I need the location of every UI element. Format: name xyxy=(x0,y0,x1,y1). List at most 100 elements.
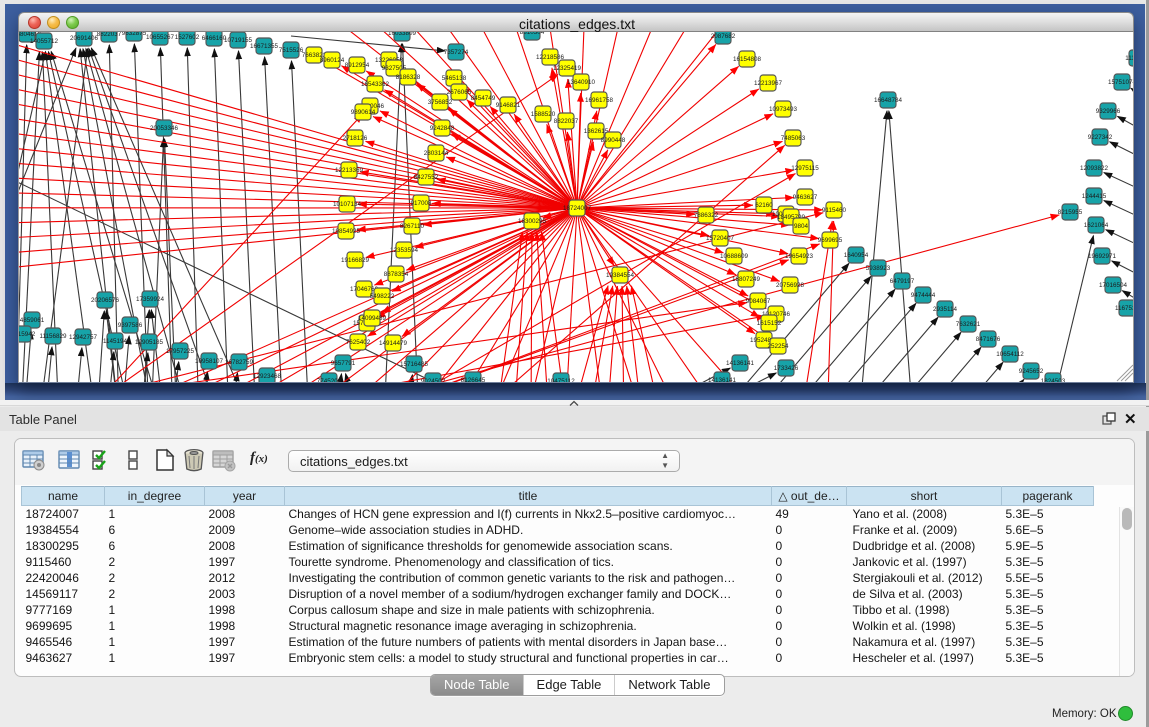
svg-text:1244415: 1244415 xyxy=(1082,193,1107,200)
svg-text:1167533: 1167533 xyxy=(1115,305,1134,312)
svg-text:19166829: 19166829 xyxy=(341,257,370,264)
svg-text:7632621: 7632621 xyxy=(956,321,981,328)
svg-text:18300295: 18300295 xyxy=(518,218,547,225)
svg-text:11156829: 11156829 xyxy=(39,333,67,340)
svg-text:4859061: 4859061 xyxy=(20,317,45,324)
svg-text:7625402: 7625402 xyxy=(346,339,371,346)
svg-text:7515526: 7515526 xyxy=(279,47,304,54)
svg-text:15716485: 15716485 xyxy=(400,361,429,368)
svg-text:9024502: 9024502 xyxy=(421,378,446,383)
svg-text:18807249: 18807249 xyxy=(732,276,761,283)
svg-text:9242848: 9242848 xyxy=(430,125,455,132)
svg-text:19384554: 19384554 xyxy=(606,272,635,279)
svg-text:14055712: 14055712 xyxy=(30,38,59,45)
svg-text:14914479: 14914479 xyxy=(379,340,408,347)
svg-text:1145194: 1145194 xyxy=(103,338,128,345)
svg-text:12213369: 12213369 xyxy=(335,167,364,174)
svg-text:13640910: 13640910 xyxy=(567,79,596,86)
svg-text:20206576: 20206576 xyxy=(91,297,120,304)
svg-text:8960124: 8960124 xyxy=(320,57,345,64)
svg-text:8878354: 8878354 xyxy=(384,271,409,278)
svg-text:14136141: 14136141 xyxy=(726,360,755,367)
svg-text:5498222: 5498222 xyxy=(370,293,395,300)
svg-text:9146821: 9146821 xyxy=(496,102,521,109)
svg-text:8126645: 8126645 xyxy=(461,377,486,383)
svg-text:20756928: 20756928 xyxy=(776,282,805,289)
svg-text:12213967: 12213967 xyxy=(754,80,783,87)
svg-text:16033809: 16033809 xyxy=(388,32,417,37)
svg-text:6479197: 6479197 xyxy=(890,278,915,285)
svg-text:8822037: 8822037 xyxy=(554,118,579,125)
svg-text:20053346: 20053346 xyxy=(150,125,179,132)
svg-text:19654923: 19654923 xyxy=(785,253,814,260)
svg-text:8822037: 8822037 xyxy=(97,32,122,38)
svg-text:9227342: 9227342 xyxy=(1088,134,1113,141)
svg-text:2803144: 2803144 xyxy=(424,150,449,157)
svg-text:9463627: 9463627 xyxy=(793,194,818,201)
svg-text:1588520: 1588520 xyxy=(531,111,556,118)
svg-text:14099489: 14099489 xyxy=(358,315,387,322)
svg-text:9699695: 9699695 xyxy=(818,237,843,244)
svg-text:16671355: 16671355 xyxy=(250,43,279,50)
svg-text:16648784: 16648784 xyxy=(874,97,903,104)
svg-text:17016504: 17016504 xyxy=(1099,282,1128,289)
svg-text:1621064: 1621064 xyxy=(1084,222,1109,229)
svg-text:8427552: 8427552 xyxy=(414,174,439,181)
svg-text:7357274: 7357274 xyxy=(444,49,469,56)
svg-text:10107134: 10107134 xyxy=(333,201,362,208)
svg-text:10688609: 10688609 xyxy=(720,253,749,260)
svg-text:9804: 9804 xyxy=(794,223,809,230)
svg-text:19854925: 19854925 xyxy=(332,228,361,235)
svg-text:252254: 252254 xyxy=(767,343,789,350)
svg-text:9890614: 9890614 xyxy=(351,109,376,116)
svg-text:15751074: 15751074 xyxy=(1108,79,1134,86)
svg-text:9657791: 9657791 xyxy=(331,360,356,367)
svg-text:19692971: 19692971 xyxy=(1088,253,1117,260)
svg-text:2718126: 2718126 xyxy=(343,135,368,142)
svg-text:7485063: 7485063 xyxy=(781,135,806,142)
svg-text:12942757: 12942757 xyxy=(69,334,98,341)
svg-text:7886322: 7886322 xyxy=(694,212,719,219)
svg-text:9084067: 9084067 xyxy=(746,298,771,305)
svg-text:2087682: 2087682 xyxy=(711,33,736,40)
svg-text:12093822: 12093822 xyxy=(1080,165,1109,172)
svg-text:1112841: 1112841 xyxy=(1125,55,1134,62)
svg-text:10654112: 10654112 xyxy=(996,351,1024,358)
svg-text:16782759: 16782759 xyxy=(225,359,254,366)
svg-text:7745203: 7745203 xyxy=(317,378,342,383)
svg-text:17957225: 17957225 xyxy=(166,348,195,355)
svg-text:2676065: 2676065 xyxy=(447,89,472,96)
svg-text:3915942: 3915942 xyxy=(19,331,36,338)
svg-text:10958107: 10958107 xyxy=(195,358,224,365)
svg-text:9632875: 9632875 xyxy=(122,32,147,37)
svg-text:8810304: 8810304 xyxy=(520,32,545,36)
svg-text:8186328: 8186328 xyxy=(396,74,421,81)
svg-text:10719155: 10719155 xyxy=(224,37,253,44)
svg-text:1527602: 1527602 xyxy=(175,34,200,41)
svg-text:16154808: 16154808 xyxy=(733,56,762,63)
svg-text:12975115: 12975115 xyxy=(791,165,819,172)
svg-text:20691406: 20691406 xyxy=(70,35,99,42)
svg-text:1615152: 1615152 xyxy=(757,320,782,327)
svg-text:12923468: 12923468 xyxy=(253,373,282,380)
svg-text:9397586: 9397586 xyxy=(118,322,143,329)
svg-text:8990448: 8990448 xyxy=(601,137,626,144)
svg-text:1824503: 1824503 xyxy=(1041,378,1066,383)
svg-text:5465138: 5465138 xyxy=(442,75,467,82)
svg-text:18724007: 18724007 xyxy=(563,205,592,212)
svg-text:10973493: 10973493 xyxy=(769,106,798,113)
svg-text:9329966: 9329966 xyxy=(1096,108,1121,115)
svg-text:16961758: 16961758 xyxy=(585,97,614,104)
svg-text:1733426: 1733426 xyxy=(774,365,799,372)
svg-text:3756852: 3756852 xyxy=(428,99,453,106)
svg-text:12905185: 12905185 xyxy=(135,339,164,346)
svg-text:14136141: 14136141 xyxy=(708,377,737,383)
svg-text:9474444: 9474444 xyxy=(911,292,936,299)
svg-text:1640954: 1640954 xyxy=(844,252,869,259)
svg-text:12353594: 12353594 xyxy=(390,247,419,254)
svg-text:917008: 917008 xyxy=(410,200,432,207)
svg-text:8912954: 8912954 xyxy=(345,62,370,69)
svg-text:9245652: 9245652 xyxy=(1019,368,1044,375)
svg-text:16543362: 16543362 xyxy=(361,81,390,88)
svg-text:62160: 62160 xyxy=(755,202,773,209)
